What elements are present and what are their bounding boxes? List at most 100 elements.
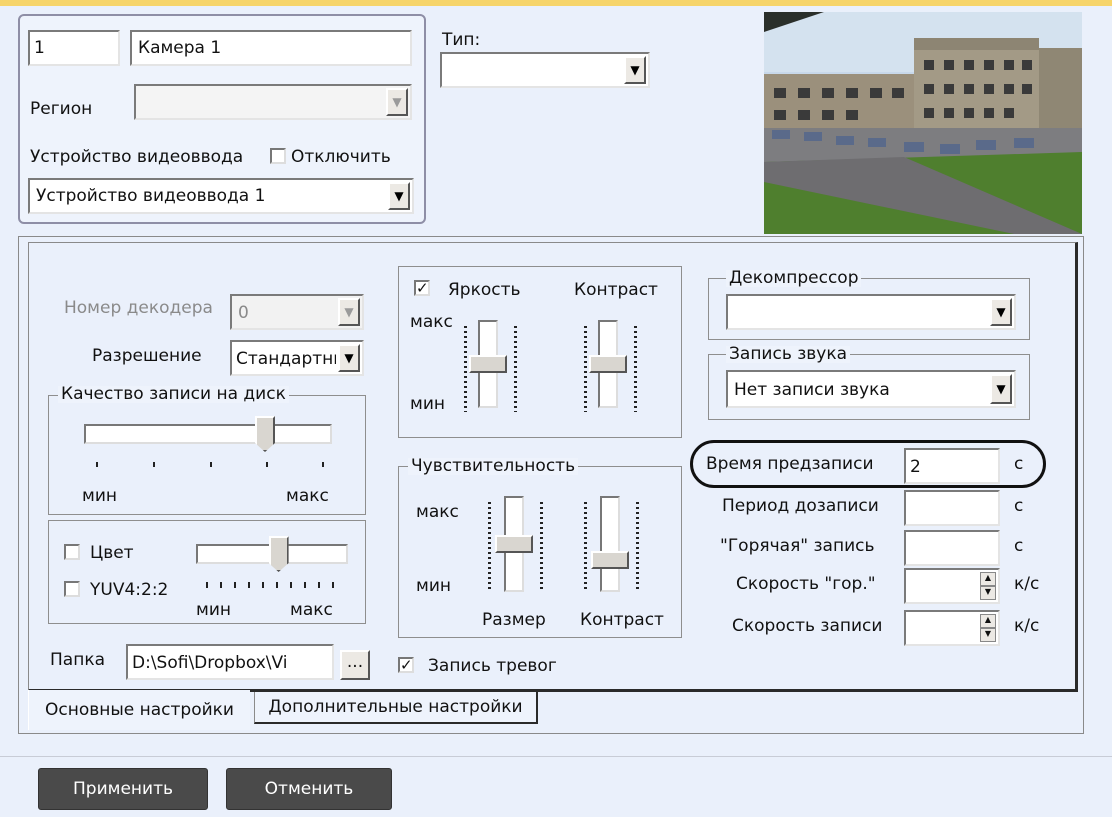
tab-advanced-label: Дополнительные настройки [268, 697, 523, 717]
disk-quality-label: Качество записи на диск [58, 386, 289, 403]
hot-speed-label: Скорость "гор." [736, 574, 876, 594]
decompressor-select[interactable]: ▼ [726, 294, 1016, 330]
video-input-label: Устройство видеоввода [30, 147, 244, 167]
rec-speed-field[interactable]: ▲ ▼ [904, 610, 1000, 646]
camera-id-field[interactable]: 1 [28, 30, 120, 66]
region-label: Регион [30, 99, 93, 119]
slider-tick [96, 462, 98, 467]
contrast-label: Контраст [574, 280, 658, 300]
contrast-slider-thumb[interactable] [589, 355, 627, 373]
color-max-label: макс [290, 600, 333, 620]
disk-quality-min-label: мин [82, 486, 117, 506]
alarm-record-checkbox[interactable]: ✓ [398, 657, 414, 673]
resolution-select[interactable]: Стандартный ▼ [230, 340, 364, 376]
size-label: Размер [482, 610, 546, 630]
chevron-down-icon[interactable]: ▼ [990, 298, 1012, 326]
chevron-down-icon[interactable]: ▼ [338, 298, 360, 326]
camera-preview-image [764, 12, 1082, 234]
spin-up-icon[interactable]: ▲ [980, 572, 996, 586]
disk-quality-slider-track[interactable] [84, 424, 332, 444]
alarm-record-check-mark: ✓ [400, 656, 413, 674]
audio-record-select[interactable]: Нет записи звука ▼ [726, 370, 1016, 408]
color-label: Цвет [90, 543, 134, 563]
chevron-down-icon[interactable]: ▼ [388, 182, 410, 210]
rec-speed-unit: к/с [1014, 616, 1040, 636]
spin-down-icon[interactable]: ▼ [980, 628, 996, 642]
brightness-check-mark: ✓ [416, 279, 429, 297]
hot-record-label: "Горячая" запись [720, 536, 875, 556]
sens-contrast-slider-thumb[interactable] [591, 550, 629, 569]
brightness-label: Яркость [448, 280, 521, 300]
folder-field[interactable]: D:\Sofi\Dropbox\Vi [126, 644, 334, 680]
alarm-record-label: Запись тревог [428, 656, 557, 676]
decoder-number-value: 0 [238, 303, 249, 323]
camera-name-field[interactable]: Камера 1 [130, 30, 412, 66]
size-slider-thumb[interactable] [495, 535, 533, 553]
brightness-slider-thumb[interactable] [469, 355, 507, 373]
hot-speed-spinner[interactable]: ▲ ▼ [980, 572, 996, 600]
prerecord-field[interactable]: 2 [904, 448, 1000, 484]
rec-speed-spinner[interactable]: ▲ ▼ [980, 614, 996, 642]
region-select[interactable]: ▼ [134, 84, 412, 120]
hot-record-field[interactable] [904, 530, 1000, 566]
sens-contrast-label: Контраст [580, 610, 664, 630]
sensitivity-label: Чувствительность [408, 458, 579, 475]
audio-record-label: Запись звука [726, 346, 851, 363]
video-input-select[interactable]: Устройство видеоввода 1 ▼ [28, 178, 414, 214]
chevron-down-icon[interactable]: ▼ [386, 88, 408, 116]
camera-id-value: 1 [34, 38, 45, 58]
slider-tick [322, 462, 324, 467]
bc-min-label: мин [410, 394, 445, 414]
sens-max-label: макс [416, 502, 459, 522]
chevron-down-icon[interactable]: ▼ [990, 374, 1012, 404]
cancel-button-label: Отменить [264, 779, 354, 799]
top-accent-stripe [0, 0, 1112, 6]
hot-record-unit: с [1014, 536, 1024, 556]
chevron-down-icon[interactable]: ▼ [624, 56, 646, 84]
yuv-checkbox[interactable] [64, 581, 80, 597]
folder-label: Папка [50, 650, 106, 670]
tab-basic-label: Основные настройки [44, 700, 234, 720]
brightness-checkbox[interactable]: ✓ [414, 280, 430, 296]
disk-quality-max-label: макс [286, 486, 329, 506]
camera-name-value: Камера 1 [138, 38, 222, 58]
tab-advanced-settings[interactable]: Дополнительные настройки [254, 692, 538, 724]
resolution-label: Разрешение [92, 346, 202, 366]
resolution-value: Стандартный [236, 351, 336, 368]
chevron-down-icon[interactable]: ▼ [338, 344, 360, 372]
bc-max-label: макс [410, 312, 453, 332]
tab-basic-settings[interactable]: Основные настройки [28, 690, 250, 730]
cancel-button[interactable]: Отменить [226, 768, 392, 810]
folder-value: D:\Sofi\Dropbox\Vi [132, 653, 288, 673]
decoder-number-select[interactable]: 0 ▼ [230, 294, 364, 330]
sens-contrast-slider-track[interactable] [600, 496, 620, 592]
hot-speed-field[interactable]: ▲ ▼ [904, 568, 1000, 604]
hot-speed-unit: к/с [1014, 574, 1040, 594]
type-label: Тип: [442, 30, 481, 50]
sens-min-label: мин [416, 576, 451, 596]
disable-checkbox[interactable] [270, 148, 286, 164]
decompressor-label: Декомпрессор [726, 270, 862, 287]
prerecord-unit: с [1014, 454, 1024, 474]
type-select[interactable]: ▼ [440, 52, 650, 88]
brightness-ticks-left [464, 326, 467, 412]
sens-contrast-ticks-left [584, 502, 587, 592]
spin-down-icon[interactable]: ▼ [980, 586, 996, 600]
brightness-ticks-right [514, 326, 517, 412]
disable-label: Отключить [291, 147, 391, 167]
postrecord-label: Период дозаписи [722, 496, 879, 516]
slider-tick [210, 462, 212, 467]
apply-button[interactable]: Применить [38, 768, 208, 810]
audio-record-value: Нет записи звука [734, 380, 890, 400]
slider-tick [266, 462, 268, 467]
sens-contrast-ticks-right [636, 502, 639, 592]
spin-up-icon[interactable]: ▲ [980, 614, 996, 628]
slider-tick [153, 462, 155, 467]
contrast-ticks-right [634, 326, 637, 412]
rec-speed-label: Скорость записи [732, 616, 883, 636]
browse-folder-button[interactable]: ... [340, 650, 370, 680]
color-min-label: мин [196, 600, 231, 620]
postrecord-field[interactable] [904, 490, 1000, 526]
color-checkbox[interactable] [64, 544, 80, 560]
contrast-ticks-left [584, 326, 587, 412]
